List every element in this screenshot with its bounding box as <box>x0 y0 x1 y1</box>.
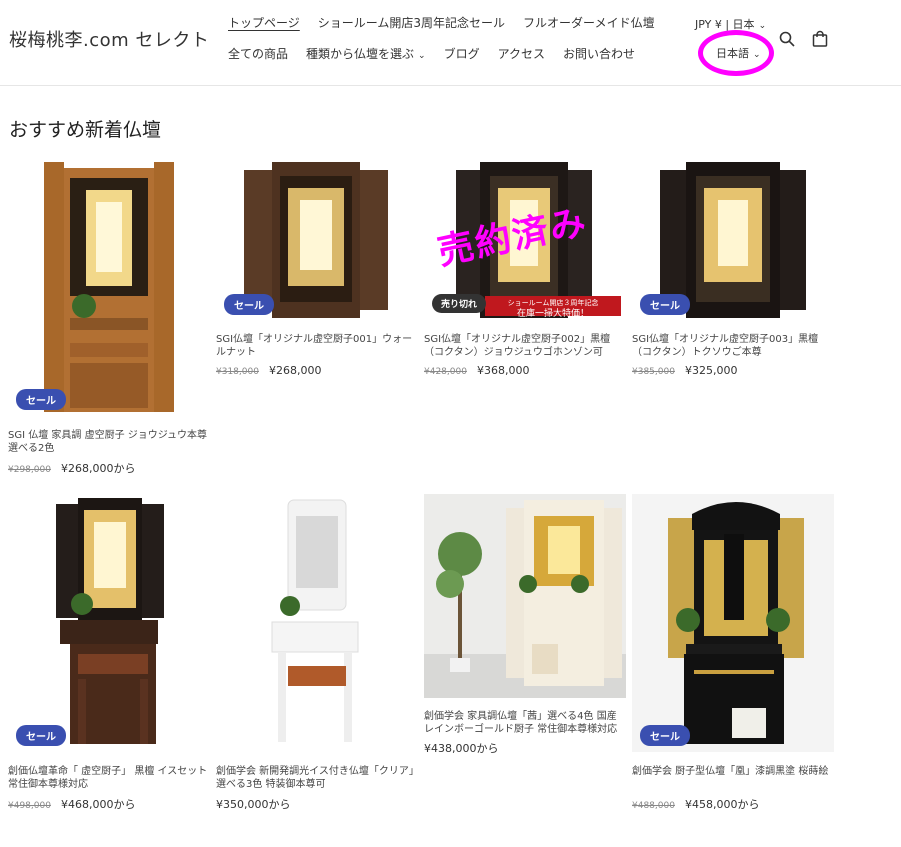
nav-item-sale[interactable]: ショールーム開店3周年記念セール <box>318 14 505 31</box>
product-price: ¥488,000 ¥458,000から <box>632 796 759 812</box>
product-price: ¥318,000 ¥268,000 <box>216 364 321 377</box>
product-image[interactable] <box>8 494 208 752</box>
chevron-down-icon: ⌄ <box>758 21 767 31</box>
product-price: ¥428,000 ¥368,000 <box>424 364 529 377</box>
promo-banner: ショールーム開店３周年記念 在庫一掃大特価！ <box>485 296 621 319</box>
product-title[interactable]: 創価学会 新開発調光イス付き仏壇「クリア」選べる3色 特装御本尊可 <box>216 765 416 791</box>
country-selector-label: JPY ¥ | 日本 <box>695 18 755 31</box>
nav-item-top[interactable]: トップページ <box>228 14 300 31</box>
product-title[interactable]: SGI 仏壇 家具調 虚空厨子 ジョウジュウ本尊選べる2色 <box>8 429 210 455</box>
nav-item-contact[interactable]: お問い合わせ <box>563 45 635 62</box>
site-logo[interactable]: 桜梅桃李.com セレクト <box>9 26 209 52</box>
product-price: ¥385,000 ¥325,000 <box>632 364 737 377</box>
nav-item-full-order[interactable]: フルオーダーメイド仏壇 <box>523 14 655 31</box>
product-title[interactable]: SGI仏壇「オリジナル虚空厨子001」ウォールナット <box>216 333 416 359</box>
nav-item-by-type-label: 種類から仏壇を選ぶ <box>306 47 415 61</box>
original-price: ¥488,000 <box>632 801 675 811</box>
original-price: ¥498,000 <box>8 801 51 811</box>
main-nav-row-1: トップページ ショールーム開店3周年記念セール フルオーダーメイド仏壇 <box>228 14 655 31</box>
chevron-down-icon: ⌄ <box>418 51 426 61</box>
product-title[interactable]: SGI仏壇「オリジナル虚空厨子002」黒檀（コクタン）ジョウジュウゴホンゾン可 <box>424 333 624 359</box>
product-title[interactable]: SGI仏壇「オリジナル虚空厨子003」黒檀（コクタン）トクソウご本尊 <box>632 333 832 359</box>
nav-item-by-type[interactable]: 種類から仏壇を選ぶ ⌄ <box>306 45 426 62</box>
sale-price: ¥350,000から <box>216 798 291 811</box>
section-title: おすすめ新着仏壇 <box>9 119 162 141</box>
sold-out-badge: 売り切れ <box>432 294 487 313</box>
sale-price: ¥268,000 <box>268 364 322 377</box>
product-image[interactable] <box>216 494 416 752</box>
sale-price: ¥458,000から <box>684 798 760 811</box>
search-icon[interactable] <box>778 30 796 48</box>
product-price: ¥498,000 ¥468,000から <box>8 796 135 812</box>
cart-icon[interactable] <box>811 30 829 48</box>
product-image[interactable] <box>424 494 626 698</box>
sale-badge: セール <box>224 294 274 315</box>
site-header: 桜梅桃李.com セレクト トップページ ショールーム開店3周年記念セール フル… <box>0 0 901 86</box>
original-price: ¥318,000 <box>216 367 259 377</box>
product-price: ¥298,000 ¥268,000から <box>8 460 135 476</box>
sale-price: ¥368,000 <box>476 364 530 377</box>
language-highlight-circle <box>698 30 774 76</box>
original-price: ¥428,000 <box>424 367 467 377</box>
product-price: ¥438,000から <box>424 740 499 756</box>
nav-item-blog[interactable]: ブログ <box>444 45 480 62</box>
promo-banner-main: 在庫一掃大特価！ <box>516 309 589 319</box>
sale-price: ¥468,000から <box>60 798 136 811</box>
product-title[interactable]: 創価仏壇革命「 虚空厨子」 黒檀 イスセット 常住御本尊様対応 <box>8 765 210 791</box>
sale-price: ¥438,000から <box>424 742 499 755</box>
original-price: ¥385,000 <box>632 367 675 377</box>
product-title[interactable]: 創価学会 家具調仏壇「茜」選べる4色 国産レインボーゴールド厨子 常住御本尊様対… <box>424 710 626 736</box>
nav-item-all-products[interactable]: 全ての商品 <box>228 45 288 62</box>
nav-item-access[interactable]: アクセス <box>498 45 545 62</box>
main-nav-row-2: 全ての商品 種類から仏壇を選ぶ ⌄ ブログ アクセス お問い合わせ <box>228 45 635 62</box>
product-price: ¥350,000から <box>216 796 291 812</box>
sale-price: ¥325,000 <box>684 364 738 377</box>
sale-badge: セール <box>640 294 690 315</box>
original-price: ¥298,000 <box>8 465 51 475</box>
sale-badge: セール <box>16 725 66 746</box>
promo-banner-top: ショールーム開店３周年記念 <box>507 299 599 307</box>
sale-badge: セール <box>16 389 66 410</box>
sale-badge: セール <box>640 725 690 746</box>
sale-price: ¥268,000から <box>60 462 136 475</box>
product-image[interactable] <box>8 158 208 416</box>
product-image[interactable] <box>632 494 834 752</box>
product-title[interactable]: 創価学会 厨子型仏壇「凰」漆調黒塗 桜蒔絵 <box>632 765 832 778</box>
